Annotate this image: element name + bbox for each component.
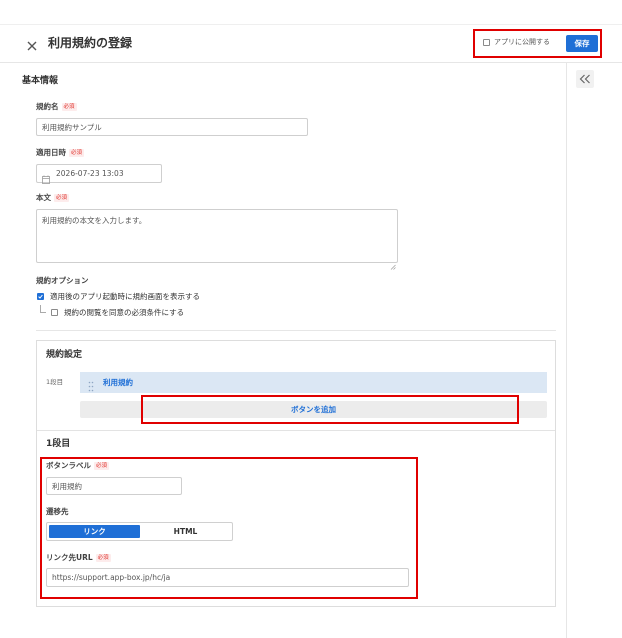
publish-checkbox[interactable] [483, 39, 490, 46]
settings-divider [37, 430, 555, 431]
section-heading-basic-info: 基本情報 [22, 76, 59, 86]
option-require-label: 規約の閲覧を同意の必須条件にする [64, 308, 185, 317]
section-heading-terms-settings: 規約設定 [46, 350, 83, 360]
apply-date-label: 適用日時 必須 [36, 148, 85, 158]
button-label-label-text: ボタンラベル [46, 461, 91, 470]
add-button-button[interactable]: ボタンを追加 [80, 401, 547, 418]
publish-label: アプリに公開する [494, 38, 550, 46]
page-title: 利用規約の登録 [48, 36, 133, 50]
terms-name-input[interactable]: 利用規約サンプル [36, 118, 308, 136]
terms-options-label: 規約オプション [36, 276, 89, 286]
collapse-panel-button[interactable] [576, 70, 594, 88]
resize-grip-icon[interactable] [390, 255, 396, 270]
tree-connector [40, 305, 46, 313]
row-detail-heading: 1段目 [46, 439, 71, 449]
body-label-text: 本文 [36, 193, 51, 202]
calendar-icon [42, 169, 50, 184]
terms-name-value: 利用規約サンプル [42, 122, 102, 132]
section-divider [36, 330, 556, 331]
body-textarea[interactable]: 利用規約の本文を入力します。 [36, 209, 398, 270]
link-url-label-text: リンク先URL [46, 553, 93, 562]
destination-option-link[interactable]: リンク [49, 525, 140, 538]
row-button-label: 利用規約 [103, 378, 133, 387]
destination-segmented-control: リンク HTML [46, 522, 233, 541]
top-divider [0, 24, 622, 25]
destination-label: 遷移先 [46, 507, 69, 517]
button-label-input[interactable]: 利用規約 [46, 477, 182, 495]
row-button-item[interactable]: 利用規約 [80, 372, 547, 393]
row-label: 1段目 [46, 378, 64, 386]
terms-name-label-text: 規約名 [36, 102, 59, 111]
required-badge: 必須 [61, 103, 77, 111]
apply-date-value: 2026-07-23 13:03 [56, 169, 124, 178]
terms-name-label: 規約名 必須 [36, 102, 77, 112]
destination-label-text: 遷移先 [46, 507, 69, 516]
close-icon[interactable] [26, 37, 38, 51]
link-url-value: https://support.app-box.jp/hc/ja [52, 573, 171, 582]
required-badge: 必須 [54, 194, 70, 202]
apply-date-input[interactable]: 2026-07-23 13:03 [36, 164, 162, 184]
option-show-label: 適用後のアプリ起動時に規約画面を表示する [50, 292, 200, 301]
side-panel-border [566, 63, 567, 638]
required-badge: 必須 [69, 149, 85, 157]
check-icon [38, 294, 43, 299]
terms-options-label-text: 規約オプション [36, 276, 89, 285]
drag-handle-icon[interactable] [88, 377, 94, 392]
required-badge: 必須 [95, 554, 111, 562]
apply-date-label-text: 適用日時 [36, 148, 66, 157]
button-label-value: 利用規約 [52, 481, 82, 491]
save-button[interactable]: 保存 [566, 35, 598, 52]
button-label-label: ボタンラベル 必須 [46, 461, 110, 471]
option-show-checkbox[interactable] [37, 293, 44, 300]
destination-option-html[interactable]: HTML [140, 525, 231, 538]
link-url-label: リンク先URL 必須 [46, 553, 111, 563]
body-value: 利用規約の本文を入力します。 [42, 216, 147, 225]
required-badge: 必須 [94, 462, 110, 470]
double-chevron-left-icon [579, 74, 590, 84]
header-divider [0, 62, 622, 63]
link-url-input[interactable]: https://support.app-box.jp/hc/ja [46, 568, 409, 587]
option-require-checkbox[interactable] [51, 309, 58, 316]
body-label: 本文 必須 [36, 193, 70, 203]
